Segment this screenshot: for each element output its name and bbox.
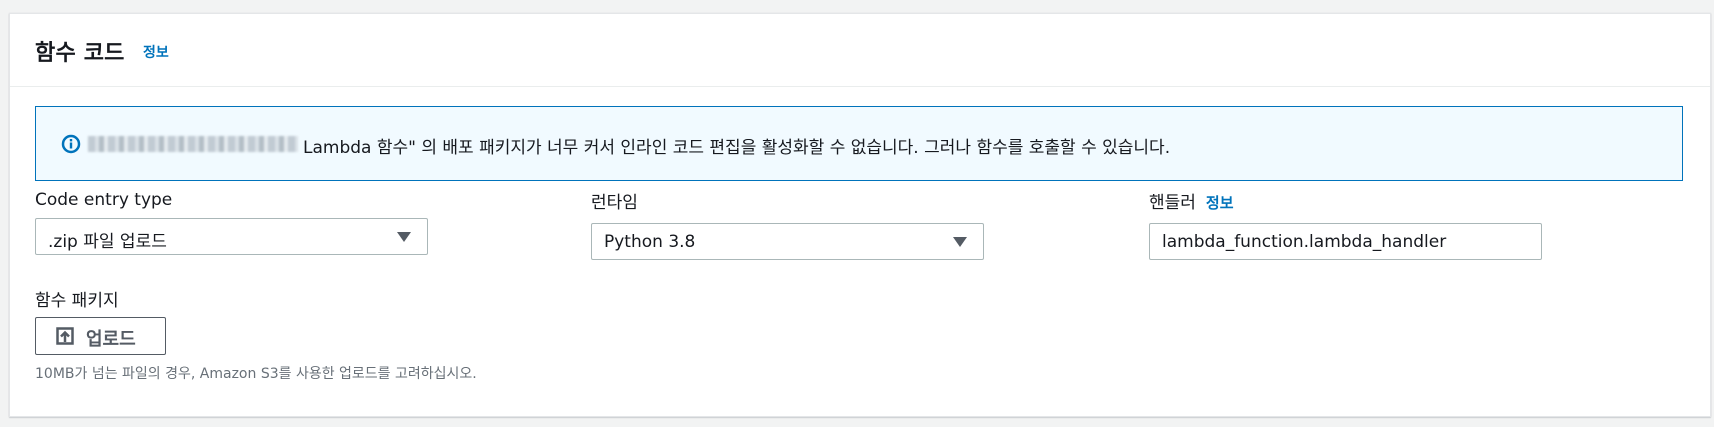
- info-alert: Lambda 함수" 의 배포 패키지가 너무 커서 인라인 코드 편집을 활성…: [35, 106, 1683, 181]
- code-entry-value: .zip 파일 업로드: [48, 232, 167, 252]
- handler-label: 핸들러: [1149, 193, 1196, 213]
- code-entry-label: Code entry type: [35, 190, 173, 210]
- handler-field: 핸들러 정보: [1149, 188, 1542, 260]
- upload-button[interactable]: 업로드: [35, 317, 166, 355]
- handler-label-row: 핸들러 정보: [1149, 188, 1542, 213]
- runtime-field: 런타임 Python 3.8: [591, 188, 984, 260]
- info-link[interactable]: 정보: [143, 42, 169, 62]
- panel-header: 함수 코드 정보: [10, 14, 1710, 87]
- function-package-field: 함수 패키지: [35, 286, 119, 311]
- runtime-select[interactable]: Python 3.8: [591, 223, 984, 260]
- upload-label: 업로드: [86, 329, 136, 350]
- function-package-label: 함수 패키지: [35, 291, 119, 311]
- alert-message: Lambda 함수" 의 배포 패키지가 너무 커서 인라인 코드 편집을 활성…: [303, 138, 1171, 158]
- runtime-label: 런타임: [591, 193, 638, 213]
- upload-hint: 10MB가 넘는 파일의 경우, Amazon S3를 사용한 업로드를 고려하…: [35, 366, 477, 382]
- runtime-value: Python 3.8: [604, 232, 696, 252]
- caret-down-icon: [397, 232, 411, 242]
- redacted-function-name: [88, 136, 298, 152]
- page-title: 함수 코드: [35, 41, 125, 66]
- handler-info-link[interactable]: 정보: [1206, 194, 1234, 212]
- upload-icon: [56, 327, 74, 345]
- caret-down-icon: [953, 237, 967, 247]
- handler-input[interactable]: [1149, 223, 1542, 260]
- code-entry-field: Code entry type .zip 파일 업로드: [35, 190, 428, 255]
- code-entry-select[interactable]: .zip 파일 업로드: [35, 218, 428, 255]
- function-code-panel: 함수 코드 정보 Lambda 함수" 의 배포 패키지가 너무 커서 인라인 …: [9, 13, 1711, 417]
- info-icon: [61, 134, 81, 154]
